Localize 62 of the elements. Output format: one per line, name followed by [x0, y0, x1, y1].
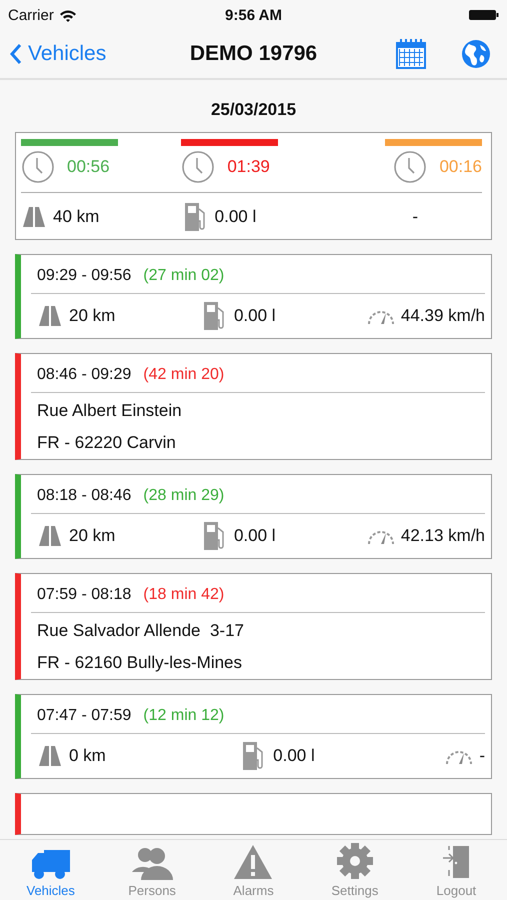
- duration-label: (18 min 42): [143, 586, 224, 604]
- period-duration: 01:39: [227, 157, 270, 177]
- drive-card[interactable]: 08:18 - 08:46 (28 min 29) 20 km 0.00 l 42.13 km/h: [15, 474, 492, 559]
- tab-item[interactable]: Logout: [406, 840, 507, 900]
- speed-value: -: [479, 746, 485, 766]
- fuel-value: 0.00 l: [214, 207, 256, 227]
- time-range: 07:59 - 08:18: [37, 586, 132, 604]
- speed-value: 44.39 km/h: [400, 306, 485, 326]
- road-icon: [21, 206, 47, 228]
- distance-value: 20 km: [69, 306, 116, 326]
- time-range: 08:18 - 08:46: [37, 487, 132, 505]
- distance-value: 0 km: [69, 746, 106, 766]
- clock-icon: [181, 150, 216, 184]
- carrier-name: Carrier: [8, 6, 54, 24]
- globe-icon[interactable]: [461, 39, 491, 69]
- city-address: FR - 62160 Bully-les-Mines: [37, 653, 244, 673]
- street-address: Rue Salvador Allende 3-17: [37, 621, 245, 641]
- stop-card[interactable]: 08:46 - 09:29 (42 min 20) Rue Albert Einstein FR - 62220 Carvin: [15, 353, 492, 460]
- tab-item[interactable]: Persons: [101, 840, 203, 900]
- people-icon: [131, 846, 174, 880]
- calendar-icon[interactable]: [395, 38, 427, 70]
- speed-value: 42.13 km/h: [400, 526, 485, 546]
- time-range: 08:46 - 09:29: [37, 366, 132, 384]
- door-icon: [441, 844, 472, 880]
- road-icon: [37, 525, 63, 547]
- duration-label: (27 min 02): [143, 267, 224, 285]
- distance-value: 20 km: [69, 526, 116, 546]
- duration-label: (28 min 29): [143, 487, 224, 505]
- tab-item[interactable]: Alarms: [202, 840, 304, 900]
- speed-value: -: [411, 207, 419, 227]
- chevron-icon: [10, 43, 22, 65]
- duration-label: (42 min 20): [143, 366, 224, 384]
- truck-icon: [30, 848, 72, 880]
- settings-icon: [336, 842, 374, 880]
- drive-card[interactable]: 09:29 - 09:56 (27 min 02) 20 km 0.00 l 44.39 km/h: [15, 254, 492, 339]
- distance-value: 40 km: [53, 207, 100, 227]
- time-range: 09:29 - 09:56: [37, 267, 132, 285]
- clock-time: 9:56 AM: [225, 6, 282, 24]
- period-duration: 00:16: [439, 157, 482, 177]
- fuel-value: 0.00 l: [234, 306, 276, 326]
- tab-item[interactable]: Settings: [304, 840, 406, 900]
- duration-label: (12 min 12): [143, 707, 224, 725]
- tab-item[interactable]: Vehicles: [0, 840, 102, 900]
- screen-title: DEMO 19796: [190, 42, 318, 66]
- battery-icon: [469, 9, 499, 21]
- back-button[interactable]: Vehicles: [10, 42, 106, 66]
- street-address: Rue Albert Einstein: [37, 401, 183, 421]
- clock-icon: [393, 150, 428, 184]
- drive-card[interactable]: 07:47 - 07:59 (12 min 12) 0 km 0.00 l -: [15, 694, 492, 779]
- stop-card[interactable]: 07:59 - 08:18 (18 min 42) Rue Salvador Allende 3-17 FR - 62160 Bully-les-Mines: [15, 573, 492, 680]
- wifi-icon: [58, 8, 77, 22]
- city-address: FR - 62220 Carvin: [37, 433, 177, 453]
- road-icon: [37, 745, 63, 767]
- warning-icon: [233, 844, 274, 880]
- stop-card[interactable]: [15, 793, 492, 835]
- date-label: 25/03/2015: [210, 99, 298, 121]
- period-duration: 00:56: [67, 157, 110, 177]
- clock-icon: [21, 150, 55, 184]
- fuel-value: 0.00 l: [273, 746, 315, 766]
- time-range: 07:47 - 07:59: [37, 707, 132, 725]
- fuel-value: 0.00 l: [234, 526, 276, 546]
- road-icon: [37, 305, 63, 327]
